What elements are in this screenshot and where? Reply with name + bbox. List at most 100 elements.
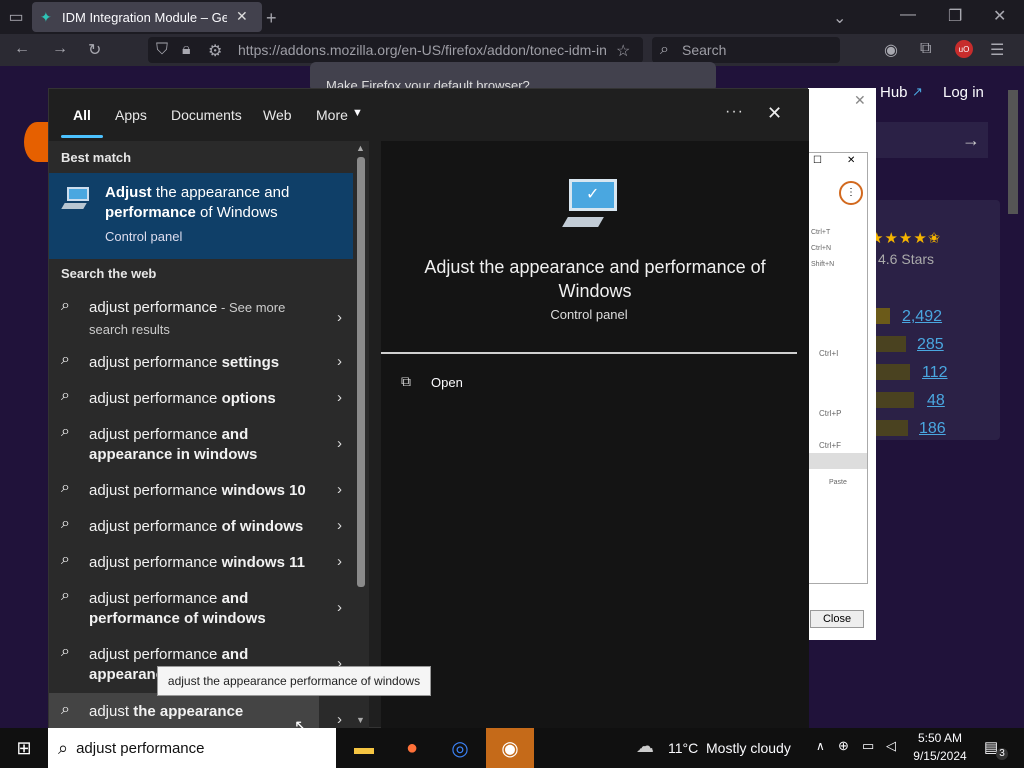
open-action[interactable]: ⧉ Open <box>401 371 521 397</box>
result-bold: the appearance <box>133 703 244 720</box>
tab-apps[interactable]: Apps <box>115 107 147 123</box>
web-result-9[interactable]: ⌕ adjust the appearance <box>49 693 319 729</box>
web-result-5[interactable]: ⌕ adjust performance of windows › <box>49 511 353 543</box>
tab-documents[interactable]: Documents <box>171 107 242 123</box>
screenshot-highlight-row <box>809 453 867 469</box>
tab-more[interactable]: More <box>316 107 348 123</box>
result-normal: adjust performance <box>89 354 222 371</box>
rating-count-4[interactable]: 285 <box>917 336 944 354</box>
more-dropdown-icon[interactable]: ▼ <box>352 107 363 119</box>
panel-close-icon[interactable]: ✕ <box>854 92 866 109</box>
result-tooltip: adjust the appearance performance of win… <box>157 666 431 696</box>
forward-icon[interactable]: → <box>52 40 68 58</box>
tab-all[interactable]: All <box>73 107 91 123</box>
best-match-title-rest: the appearance and <box>151 184 290 201</box>
bookmark-star-icon[interactable]: ☆ <box>616 41 630 61</box>
preview-title: Adjust the appearance and performance of… <box>424 257 766 301</box>
rating-bar-5 <box>876 308 890 324</box>
rating-count-5[interactable]: 2,492 <box>902 308 942 326</box>
shield-icon[interactable]: ⛉ <box>156 41 168 59</box>
search-submit-arrow-icon[interactable]: → <box>962 130 980 151</box>
web-result-0[interactable]: ⌕ adjust performance - See more search r… <box>49 291 353 343</box>
result-text: adjust performance windows 11 <box>89 554 305 571</box>
permissions-icon[interactable]: ⚙︎ <box>208 41 222 61</box>
ublock-icon[interactable]: uO <box>955 40 973 58</box>
tab-web[interactable]: Web <box>263 107 292 123</box>
taskbar-search-box[interactable]: ⌕ adjust performance <box>48 728 336 768</box>
scrollbar-thumb[interactable] <box>357 157 365 587</box>
chevron-right-icon: › <box>337 711 342 728</box>
rating-count-3[interactable]: 112 <box>922 364 948 382</box>
restore-icon[interactable]: ❐ <box>948 6 962 26</box>
preview-divider <box>381 352 797 354</box>
web-result-7[interactable]: ⌕ adjust performance and performance of … <box>49 583 353 635</box>
web-result-3[interactable]: ⌕ adjust performance and appearance in w… <box>49 419 353 471</box>
tab-list-icon[interactable]: ▭ <box>6 8 26 26</box>
screenshot-browser-menu: ☐ ✕ ⋮ Ctrl+T Ctrl+N Shift+N Ctrl+I Ctrl+… <box>808 152 868 584</box>
result-text: adjust performance and <box>89 646 248 663</box>
minimize-icon[interactable]: — <box>900 6 916 24</box>
url-text[interactable]: https://addons.mozilla.org/en-US/firefox… <box>238 42 610 58</box>
back-icon[interactable]: ← <box>14 40 30 58</box>
chrome-icon[interactable]: ◉ <box>486 728 534 768</box>
result-text: adjust performance settings <box>89 354 279 371</box>
extensions-icon[interactable]: ⧉ <box>920 40 931 58</box>
reload-icon[interactable]: ↻ <box>88 40 101 60</box>
result-text: adjust performance - See more <box>89 299 285 316</box>
result-text: adjust performance and <box>89 426 248 443</box>
scroll-up-icon[interactable]: ▲ <box>356 143 365 153</box>
result-normal: adjust performance <box>89 646 222 663</box>
rating-count-2[interactable]: 48 <box>927 392 945 410</box>
shortcut-6: Paste <box>829 479 847 486</box>
clock-time[interactable]: 5:50 AM <box>912 731 968 745</box>
web-result-6[interactable]: ⌕ adjust performance windows 11 › <box>49 547 353 579</box>
start-button[interactable]: ⊞ <box>0 728 48 768</box>
search-icon: ⌕ <box>61 701 70 718</box>
tab-overflow-chevron-icon[interactable]: ⌄ <box>833 8 846 28</box>
firefox-icon[interactable]: ● <box>388 728 436 768</box>
weather-cloud-icon[interactable]: ☁ <box>636 736 654 757</box>
file-explorer-icon[interactable]: ▬ <box>340 728 388 768</box>
new-tab-icon[interactable]: + <box>266 8 277 29</box>
best-match-label: Best match <box>61 150 132 165</box>
web-result-2[interactable]: ⌕ adjust performance options › <box>49 383 353 415</box>
scroll-down-icon[interactable]: ▼ <box>356 715 365 725</box>
close-button[interactable]: Close <box>810 610 864 628</box>
volume-muted-icon[interactable]: ◁ <box>886 738 896 754</box>
rating-count-1[interactable]: 186 <box>919 420 946 438</box>
lock-icon[interactable]: 🔒︎ <box>182 41 191 59</box>
web-result-1[interactable]: ⌕ adjust performance settings › <box>49 347 353 379</box>
browser-tab[interactable]: ✦ IDM Integration Module – Get th ✕ <box>32 2 262 32</box>
firefox-logo <box>24 122 50 162</box>
network-globe-icon[interactable]: ⊕ <box>838 738 849 754</box>
tab-close-icon[interactable]: ✕ <box>236 8 248 25</box>
result-bold: options <box>221 390 276 407</box>
taskbar-search-value[interactable]: adjust performance <box>76 740 204 757</box>
search-bar[interactable]: ⌕ Search <box>652 37 840 63</box>
tray-chevron-up-icon[interactable]: ∧ <box>816 739 825 753</box>
clock-date[interactable]: 9/15/2024 <box>908 749 972 763</box>
weather-text[interactable]: 11°C Mostly cloudy <box>668 740 791 756</box>
login-link[interactable]: Log in <box>943 84 984 101</box>
result-bold: windows 10 <box>221 482 306 499</box>
hub-link[interactable]: Hub <box>880 84 908 101</box>
search-icon: ⌕ <box>61 351 70 368</box>
menu-hamburger-icon[interactable]: ☰ <box>990 40 1004 60</box>
display-icon[interactable]: ▭ <box>862 738 874 754</box>
close-search-icon[interactable]: ✕ <box>767 103 782 124</box>
close-window-icon[interactable]: ✕ <box>993 6 1006 26</box>
result-bold: and <box>221 646 249 663</box>
search-icon: ⌕ <box>58 737 69 758</box>
chevron-right-icon: › <box>337 353 342 370</box>
browser-tab-bar: ▭ ✦ IDM Integration Module – Get th ✕ + … <box>0 0 1024 34</box>
results-scrollbar[interactable]: ▲ ▼ <box>353 141 369 729</box>
web-result-4[interactable]: ⌕ adjust performance windows 10 › <box>49 475 353 507</box>
chromium-icon[interactable]: ◎ <box>436 728 484 768</box>
page-scrollbar-thumb[interactable] <box>1008 90 1018 214</box>
url-bar[interactable]: ⛉ 🔒︎ ⚙︎ https://addons.mozilla.org/en-US… <box>148 37 643 63</box>
best-match-item[interactable]: Adjust the appearance and performance of… <box>49 173 353 259</box>
account-icon[interactable]: ◉ <box>884 40 898 60</box>
open-external-icon: ⧉ <box>401 373 411 389</box>
screenshot-maximize-icon: ☐ <box>813 155 822 166</box>
more-options-icon[interactable]: ··· <box>725 103 744 121</box>
